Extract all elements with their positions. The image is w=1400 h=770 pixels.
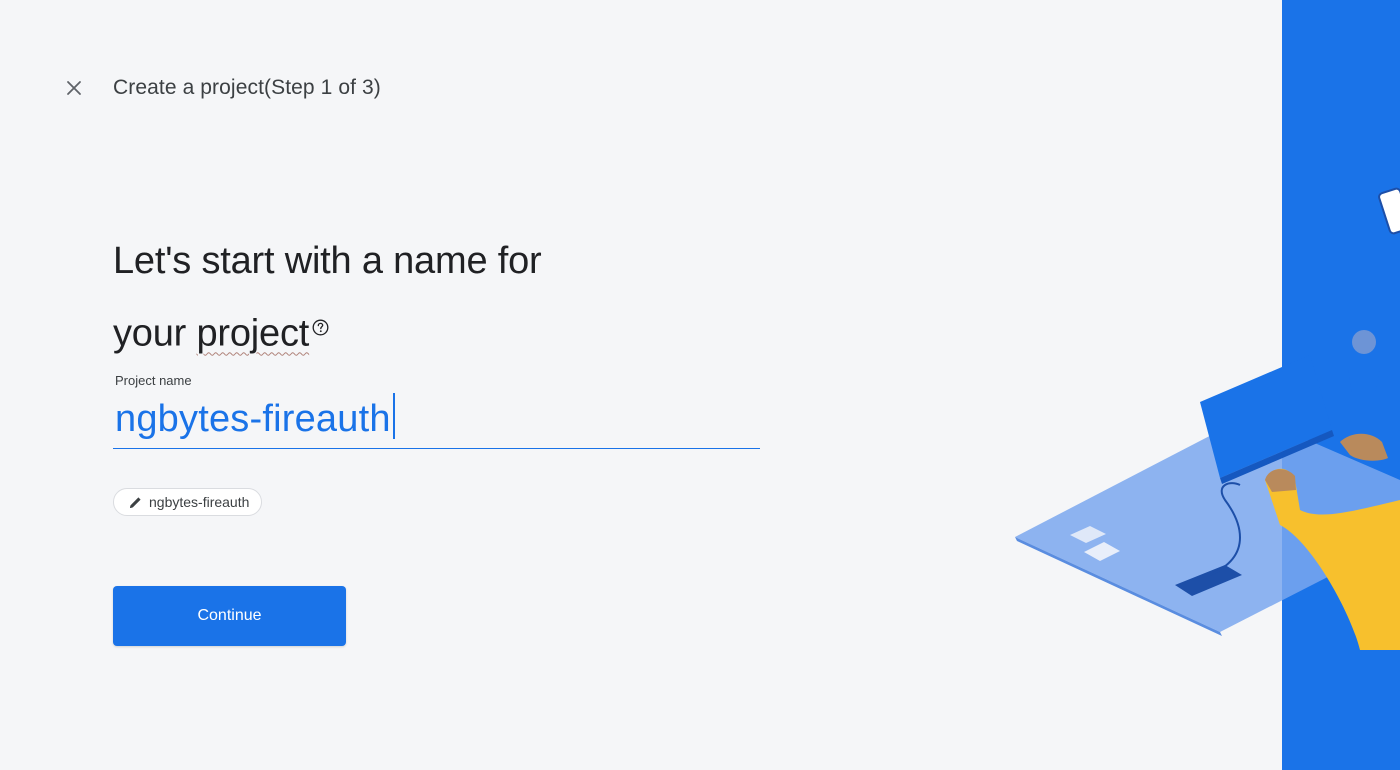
page-title: Create a project(Step 1 of 3) (113, 76, 381, 99)
workspace-illustration (1015, 187, 1400, 650)
close-icon (67, 81, 81, 95)
text-caret (392, 393, 395, 439)
create-project-page: Create a project(Step 1 of 3) Let's star… (0, 0, 1400, 770)
headline-line-2: your project (113, 291, 673, 364)
close-button[interactable] (60, 74, 88, 102)
project-name-label: Project name (115, 373, 192, 388)
project-name-input[interactable]: ngbytes-fireauth (115, 393, 395, 441)
headline-prefix: your (113, 312, 197, 355)
help-icon[interactable] (312, 295, 329, 336)
continue-button[interactable]: Continue (113, 586, 346, 646)
project-id-text: ngbytes-fireauth (149, 494, 250, 510)
headline-project-word: project (196, 312, 310, 355)
pencil-icon (130, 496, 141, 508)
project-name-field[interactable]: ngbytes-fireauth (113, 392, 760, 449)
headline-line-1: Let's start with a name for (113, 240, 542, 282)
project-id-chip[interactable]: ngbytes-fireauth (113, 488, 263, 516)
headline: Let's start with a name for your project (113, 232, 673, 364)
project-name-value: ngbytes-fireauth (115, 398, 391, 440)
